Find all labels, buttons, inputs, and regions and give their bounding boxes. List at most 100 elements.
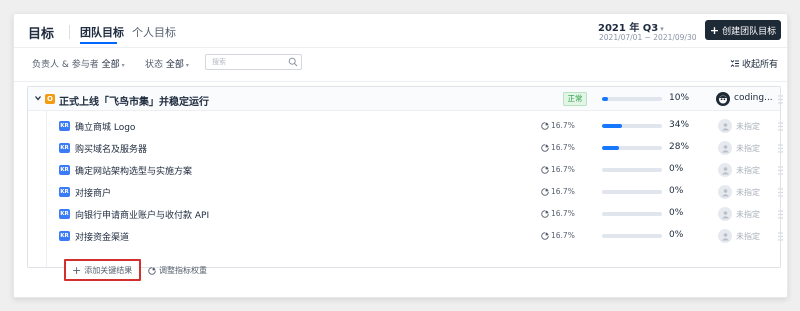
caret-down-icon: ▾ — [185, 62, 189, 69]
kr-assignee[interactable]: 未指定 — [736, 143, 760, 154]
drag-handle-icon[interactable] — [778, 210, 783, 219]
period-selector[interactable]: 2021 年 Q3 ▾ — [598, 19, 664, 34]
status-filter-label: 状态 — [145, 60, 164, 70]
drag-handle-icon[interactable] — [778, 188, 783, 197]
kr-weight-value: 16.7% — [551, 143, 575, 152]
search-box[interactable] — [205, 54, 302, 70]
kr-title[interactable]: 确立商城 Logo — [75, 120, 135, 133]
objective-title[interactable]: 正式上线「飞鸟市集」并稳定运行 — [59, 93, 209, 108]
filter-separator — [14, 81, 787, 82]
kr-assignee[interactable]: 未指定 — [736, 187, 760, 198]
kr-progress-text: 0% — [669, 230, 684, 240]
kr-assignee[interactable]: 未指定 — [736, 165, 760, 176]
search-icon[interactable] — [288, 57, 298, 67]
create-team-goal-label: 创建团队目标 — [722, 26, 777, 37]
collapse-all-button[interactable]: 收起所有 — [730, 57, 778, 70]
user-icon — [721, 166, 729, 174]
avatar[interactable] — [718, 229, 732, 243]
key-result-row[interactable]: KR 确立商城 Logo 16.7% 34% 未指定 — [28, 115, 783, 137]
adjust-weight-label: 调整指标权重 — [159, 266, 207, 275]
header-divider — [69, 25, 70, 39]
objective-badge: O — [45, 94, 55, 104]
pie-chart-icon — [541, 187, 549, 196]
kr-weight[interactable]: 16.7% — [541, 187, 575, 196]
avatar[interactable] — [718, 185, 732, 199]
key-result-row[interactable]: KR 购买域名及服务器 16.7% 28% 未指定 — [28, 137, 783, 159]
adjust-weight-button[interactable]: 调整指标权重 — [148, 265, 207, 276]
progress-fill — [602, 97, 608, 101]
kr-weight[interactable]: 16.7% — [541, 165, 575, 174]
kr-progress-bar — [602, 212, 662, 216]
user-icon — [721, 122, 729, 130]
kr-weight[interactable]: 16.7% — [541, 209, 575, 218]
owner-filter[interactable]: 负责人 & 参与者 全部 ▾ — [32, 57, 125, 70]
key-result-row[interactable]: KR 确定网站架构选型与实施方案 16.7% 0% 未指定 — [28, 159, 783, 181]
status-filter-value: 全部 — [165, 60, 184, 70]
status-badge[interactable]: 正常 — [563, 92, 587, 106]
kr-badge: KR — [59, 209, 70, 219]
plus-icon: + — [709, 23, 720, 37]
kr-progress-bar — [602, 190, 662, 194]
objective-card: O 正式上线「飞鸟市集」并稳定运行 正常 10% coding... KR 确立… — [27, 86, 783, 281]
kr-assignee[interactable]: 未指定 — [736, 209, 760, 220]
tab-personal-goals[interactable]: 个人目标 — [132, 24, 176, 40]
kr-progress-bar — [602, 124, 662, 128]
add-key-result-button[interactable]: + 添加关键结果 — [64, 259, 141, 281]
kr-assignee[interactable]: 未指定 — [736, 231, 760, 242]
chevron-down-icon[interactable] — [34, 94, 42, 102]
status-filter[interactable]: 状态 全部 ▾ — [145, 57, 189, 70]
user-icon — [721, 188, 729, 196]
pie-chart-icon — [148, 266, 156, 275]
user-icon — [719, 95, 727, 104]
kr-title[interactable]: 对接资金渠道 — [75, 230, 129, 243]
key-result-row[interactable]: KR 向银行申请商业账户与收付款 API 16.7% 0% 未指定 — [28, 203, 783, 225]
avatar[interactable] — [718, 141, 732, 155]
kr-assignee[interactable]: 未指定 — [736, 121, 760, 132]
drag-handle-icon[interactable] — [778, 122, 783, 131]
kr-progress-bar — [602, 234, 662, 238]
key-result-row[interactable]: KR 对接资金渠道 16.7% 0% 未指定 — [28, 225, 783, 247]
avatar[interactable] — [718, 119, 732, 133]
kr-progress-bar — [602, 168, 662, 172]
kr-title[interactable]: 向银行申请商业账户与收付款 API — [75, 208, 209, 221]
drag-handle-icon[interactable] — [778, 95, 783, 104]
key-result-row[interactable]: KR 对接商户 16.7% 0% 未指定 — [28, 181, 783, 203]
avatar[interactable] — [718, 207, 732, 221]
active-tab-indicator — [80, 42, 117, 44]
okr-panel: 目标 团队目标 个人目标 2021 年 Q3 ▾ 2021/07/01 ~ 202… — [13, 13, 788, 298]
objective-progress-text: 10% — [669, 93, 690, 103]
tab-team-goals[interactable]: 团队目标 — [80, 24, 124, 40]
drag-handle-icon[interactable] — [778, 144, 783, 153]
pie-chart-icon — [541, 231, 549, 240]
kr-weight-value: 16.7% — [551, 165, 575, 174]
create-team-goal-button[interactable]: + 创建团队目标 — [705, 20, 781, 40]
user-icon — [721, 210, 729, 218]
owner-name[interactable]: coding... — [734, 93, 773, 103]
avatar[interactable] — [718, 163, 732, 177]
drag-handle-icon[interactable] — [778, 232, 783, 241]
kr-title[interactable]: 对接商户 — [75, 186, 111, 199]
kr-badge: KR — [59, 165, 70, 175]
drag-handle-icon[interactable] — [778, 166, 783, 175]
kr-weight-value: 16.7% — [551, 209, 575, 218]
collapse-icon — [730, 60, 739, 67]
owner-filter-label: 负责人 & 参与者 — [32, 60, 99, 70]
user-icon — [721, 232, 729, 240]
kr-weight[interactable]: 16.7% — [541, 231, 575, 240]
objective-row[interactable]: O 正式上线「飞鸟市集」并稳定运行 正常 10% coding... — [28, 87, 783, 111]
avatar[interactable] — [716, 92, 730, 106]
kr-progress-text: 0% — [669, 208, 684, 218]
search-input[interactable] — [212, 57, 284, 67]
page-header: 目标 团队目标 个人目标 2021 年 Q3 ▾ 2021/07/01 ~ 202… — [14, 14, 787, 47]
kr-weight[interactable]: 16.7% — [541, 121, 575, 130]
kr-progress-text: 0% — [669, 186, 684, 196]
collapse-all-label: 收起所有 — [742, 60, 779, 70]
kr-progress-text: 34% — [669, 120, 690, 130]
plus-icon: + — [72, 263, 82, 277]
header-separator — [14, 47, 787, 48]
kr-title[interactable]: 购买域名及服务器 — [75, 142, 147, 155]
kr-weight-value: 16.7% — [551, 187, 575, 196]
kr-weight[interactable]: 16.7% — [541, 143, 575, 152]
kr-title[interactable]: 确定网站架构选型与实施方案 — [75, 164, 192, 177]
pie-chart-icon — [541, 121, 549, 130]
